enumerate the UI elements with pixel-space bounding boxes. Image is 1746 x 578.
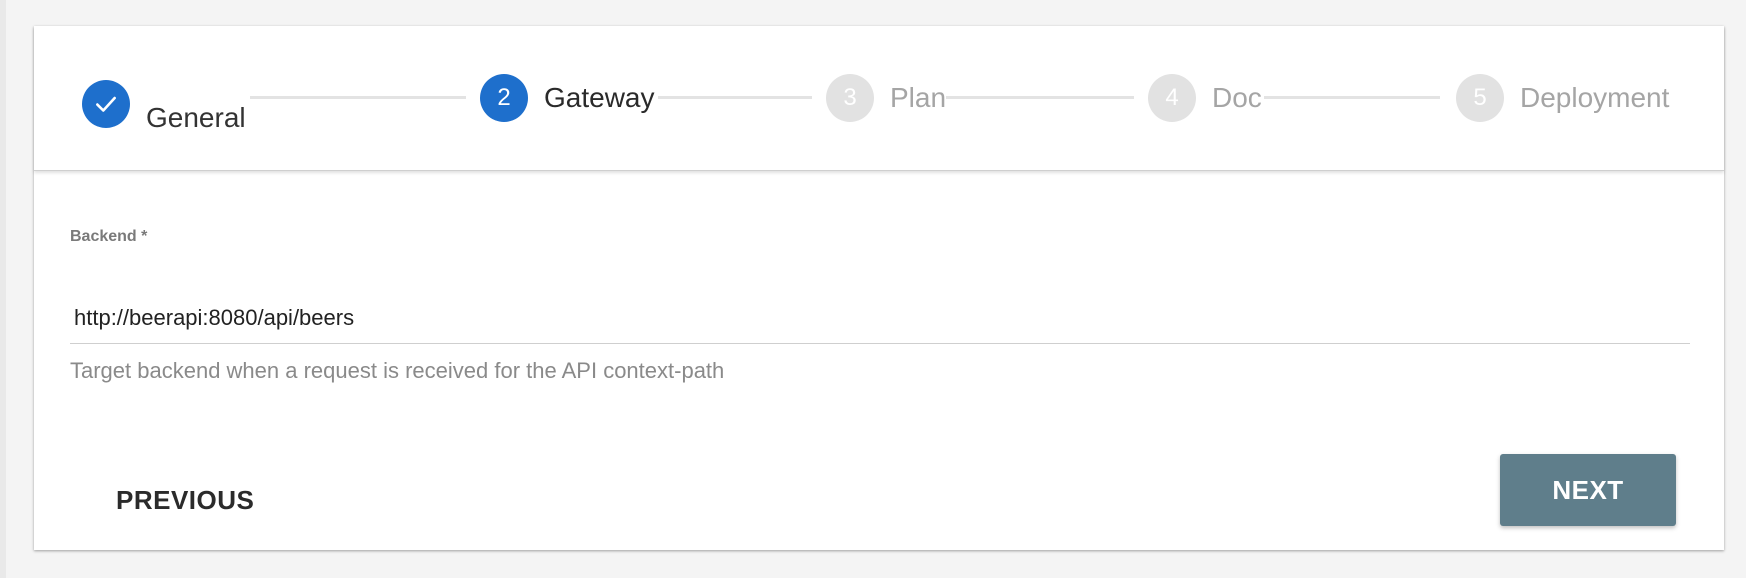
- step-2-circle: 2: [480, 74, 528, 122]
- step-connector: [658, 96, 812, 99]
- step-doc[interactable]: 4 Doc: [1148, 74, 1262, 122]
- step-connector: [946, 96, 1134, 99]
- page-edge: [0, 0, 6, 578]
- step-general[interactable]: General: [82, 74, 246, 134]
- step-4-circle: 4: [1148, 74, 1196, 122]
- step-gateway[interactable]: 2 Gateway: [480, 74, 655, 122]
- backend-label: Backend *: [70, 228, 148, 245]
- step-3-circle: 3: [826, 74, 874, 122]
- previous-button[interactable]: PREVIOUS: [100, 478, 270, 522]
- step-plan[interactable]: 3 Plan: [826, 74, 946, 122]
- step-5-circle: 5: [1456, 74, 1504, 122]
- check-icon: [96, 96, 116, 112]
- step-deployment[interactable]: 5 Deployment: [1456, 74, 1669, 122]
- step-4-label: Doc: [1212, 82, 1262, 113]
- step-5-label: Deployment: [1520, 82, 1670, 113]
- next-button[interactable]: NEXT: [1500, 454, 1676, 526]
- step-1-circle: [82, 80, 130, 128]
- wizard-card: General 2 Gateway 3 Plan 4 Doc 5 Deploym…: [34, 26, 1724, 550]
- step-connector: [1264, 96, 1440, 99]
- backend-input[interactable]: [70, 292, 1690, 344]
- step-2-label: Gateway: [544, 82, 655, 113]
- step-3-label: Plan: [890, 82, 947, 113]
- backend-hint: Target backend when a request is receive…: [70, 358, 725, 383]
- step-connector: [250, 96, 466, 99]
- stepper: General 2 Gateway 3 Plan 4 Doc 5 Deploym…: [34, 26, 1724, 171]
- step-1-label: General: [146, 102, 246, 133]
